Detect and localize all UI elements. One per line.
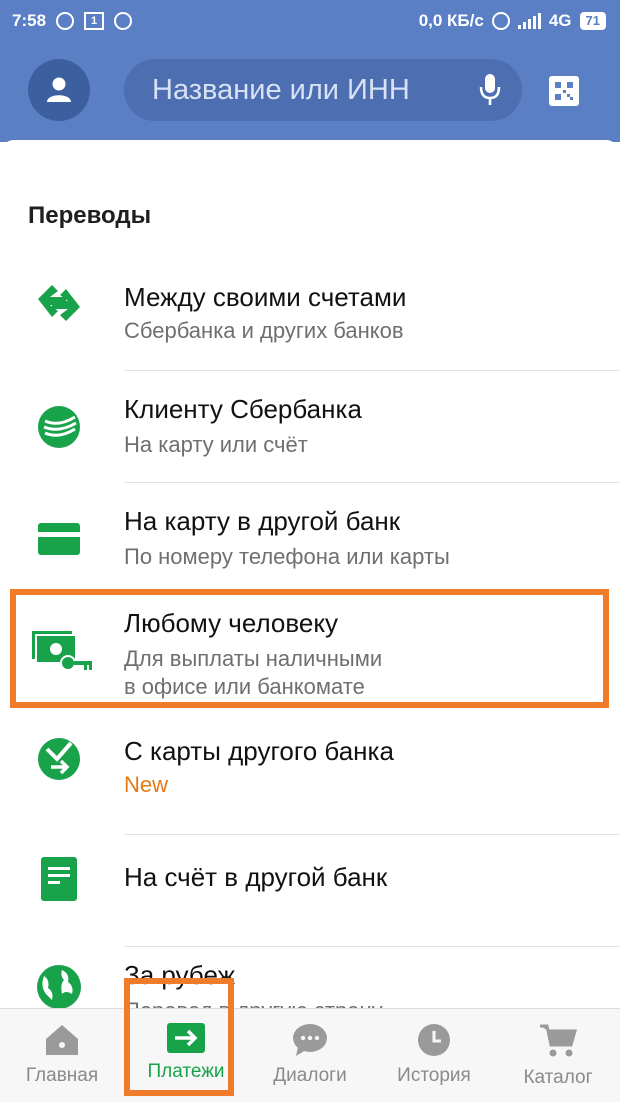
chat-icon	[293, 1024, 327, 1056]
divider	[124, 946, 620, 947]
globe-icon	[34, 962, 84, 1010]
item-title: С карты другого банка	[124, 736, 394, 766]
nav-item-history[interactable]: История	[372, 1009, 496, 1102]
transfer-arrows-icon	[34, 278, 84, 328]
status-time: 7:58	[12, 11, 47, 30]
divider	[124, 370, 620, 371]
nav-label: Главная	[25, 1065, 99, 1086]
battery-icon: 71	[579, 12, 606, 30]
home-icon	[46, 1025, 78, 1055]
status-bar: 7:58 1 0,0 КБ/с 4G 71	[0, 0, 620, 42]
mic-icon[interactable]	[478, 73, 502, 107]
user-icon	[47, 77, 71, 102]
item-title: Клиенту Сбербанка	[124, 394, 362, 424]
profile-button[interactable]	[28, 59, 90, 121]
list-item-abroad[interactable]: За рубеж Перевод в другую страну	[0, 948, 620, 1010]
item-title: На счёт в другой банк	[124, 862, 388, 892]
list-item-own-accounts[interactable]: Между своими счетами Сбербанка и других …	[0, 260, 620, 372]
divider	[124, 482, 620, 483]
item-subtitle: На карту или счёт	[124, 432, 308, 457]
nav-label: Диалоги	[273, 1065, 347, 1086]
divider	[124, 834, 620, 835]
sberbank-logo-icon	[34, 402, 84, 452]
network-speed: 0,0 КБ/с	[418, 11, 484, 30]
sber-notification-icon	[114, 12, 133, 30]
signal-icon	[517, 13, 541, 29]
bottom-nav: Главная Платежи Диалоги История Каталог	[0, 1008, 620, 1102]
item-title: На карту в другой банк	[124, 506, 401, 536]
qr-icon	[555, 82, 573, 100]
nav-item-dialogs[interactable]: Диалоги	[248, 1009, 372, 1102]
nav-item-catalog[interactable]: Каталог	[496, 1009, 620, 1102]
cart-icon	[540, 1024, 577, 1057]
highlight-box	[10, 589, 609, 708]
new-badge: New	[124, 772, 169, 797]
alarm-icon	[491, 12, 510, 30]
section-title: Переводы	[28, 202, 152, 229]
list-item-other-bank-card[interactable]: На карту в другой банк По номеру телефон…	[0, 484, 620, 596]
item-title: Между своими счетами	[124, 282, 407, 312]
nav-highlight-box	[124, 978, 234, 1096]
nav-label: Каталог	[523, 1067, 593, 1088]
nav-label: История	[397, 1065, 471, 1086]
sim-icon: 1	[84, 12, 105, 30]
transfers-card: Переводы Между своими счетами Сбербанка …	[0, 140, 620, 1010]
document-icon	[34, 854, 84, 904]
list-item-sber-client[interactable]: Клиенту Сбербанка На карту или счёт	[0, 372, 620, 484]
item-subtitle: Сбербанка и других банков	[124, 318, 404, 343]
clock-icon	[418, 1024, 450, 1056]
list-item-other-bank-account[interactable]: На счёт в другой банк	[0, 836, 620, 948]
header	[0, 42, 620, 142]
nav-item-home[interactable]: Главная	[0, 1009, 124, 1102]
viber-icon	[56, 12, 75, 30]
qr-scan-button[interactable]	[549, 76, 579, 106]
item-subtitle: По номеру телефона или карты	[124, 544, 450, 569]
list-item-from-other-bank[interactable]: С карты другого банка New	[0, 708, 620, 836]
search-input[interactable]	[124, 72, 454, 108]
card-icon	[34, 514, 84, 564]
network-type: 4G	[548, 11, 572, 30]
sber-incoming-icon	[34, 734, 84, 784]
search-bar[interactable]	[124, 59, 522, 121]
